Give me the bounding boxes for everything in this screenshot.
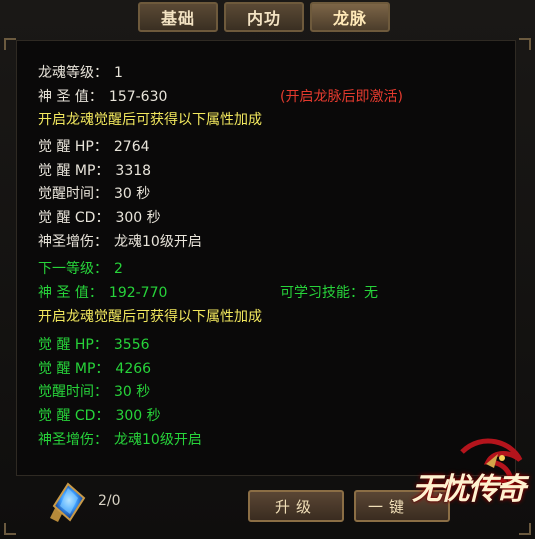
next-cd-label: 觉 醒 CD：: [38, 408, 110, 424]
next-time-label: 觉醒时间：: [38, 384, 108, 400]
tab-inner-power[interactable]: 内功: [224, 2, 304, 32]
next-damage-label: 神圣增伤：: [38, 432, 108, 448]
next-hp-value: 3556: [113, 337, 150, 353]
next-cd-value: 300 秒: [115, 408, 161, 424]
next-mp-row: 觉 醒 MP： 4266: [38, 358, 151, 380]
next-level-row: 下一等级： 2: [38, 258, 123, 280]
current-hp-value: 2764: [113, 139, 150, 155]
next-damage-value: 龙魂10级开启: [114, 432, 202, 448]
next-skill-row: 可学习技能：无: [280, 282, 378, 304]
current-time-value: 30 秒: [114, 186, 151, 202]
current-damage-value: 龙魂10级开启: [114, 234, 202, 250]
next-hp-row: 觉 醒 HP： 3556: [38, 334, 150, 356]
next-hp-label: 觉 醒 HP：: [38, 337, 108, 353]
current-mp-row: 觉 醒 MP： 3318: [38, 160, 151, 182]
current-level-row: 龙魂等级： 1: [38, 62, 123, 84]
next-mp-label: 觉 醒 MP：: [38, 361, 110, 377]
blue-gem-icon[interactable]: [44, 478, 92, 526]
current-time-label: 觉醒时间：: [38, 186, 108, 202]
item-count: 2/0: [98, 493, 121, 509]
next-level-value: 2: [114, 261, 123, 277]
next-skill-value: 无: [364, 285, 378, 301]
next-cd-row: 觉 醒 CD： 300 秒: [38, 405, 161, 427]
upgrade-button[interactable]: 升级: [248, 490, 344, 522]
current-sacred-value: 157-630: [108, 89, 168, 105]
activation-notice: (开启龙脉后即激活): [280, 89, 403, 105]
next-mp-value: 4266: [115, 361, 152, 377]
logo-text: 无忧传奇: [412, 472, 526, 507]
current-cd-value: 300 秒: [115, 210, 161, 226]
current-damage-row: 神圣增伤： 龙魂10级开启: [38, 231, 202, 253]
current-level-label: 龙魂等级：: [38, 65, 108, 81]
tab-dragon-vein[interactable]: 龙脉: [310, 2, 390, 32]
next-skill-label: 可学习技能：: [280, 285, 364, 301]
next-level-label: 下一等级：: [38, 261, 108, 277]
current-time-row: 觉醒时间： 30 秒: [38, 183, 150, 205]
next-bonus-header: 开启龙魂觉醒后可获得以下属性加成: [38, 309, 262, 325]
current-sacred-label: 神 圣 值：: [38, 89, 103, 105]
corner-ornament: [4, 38, 16, 50]
game-logo: 无忧传奇: [402, 432, 532, 532]
corner-ornament: [4, 523, 16, 535]
tab-basic[interactable]: 基础: [138, 2, 218, 32]
current-cd-row: 觉 醒 CD： 300 秒: [38, 207, 161, 229]
current-level-value: 1: [114, 65, 123, 81]
current-damage-label: 神圣增伤：: [38, 234, 108, 250]
next-time-row: 觉醒时间： 30 秒: [38, 381, 150, 403]
next-sacred-label: 神 圣 值：: [38, 285, 103, 301]
next-sacred-value: 192-770: [108, 285, 168, 301]
corner-ornament: [519, 38, 531, 50]
next-damage-row: 神圣增伤： 龙魂10级开启: [38, 429, 202, 451]
current-hp-row: 觉 醒 HP： 2764: [38, 136, 150, 158]
next-sacred-row: 神 圣 值： 192-770: [38, 282, 167, 304]
current-sacred-row: 神 圣 值： 157-630: [38, 86, 167, 108]
current-hp-label: 觉 醒 HP：: [38, 139, 108, 155]
current-bonus-header: 开启龙魂觉醒后可获得以下属性加成: [38, 112, 262, 128]
current-mp-label: 觉 醒 MP：: [38, 163, 110, 179]
current-mp-value: 3318: [115, 163, 152, 179]
current-cd-label: 觉 醒 CD：: [38, 210, 110, 226]
next-time-value: 30 秒: [114, 384, 151, 400]
